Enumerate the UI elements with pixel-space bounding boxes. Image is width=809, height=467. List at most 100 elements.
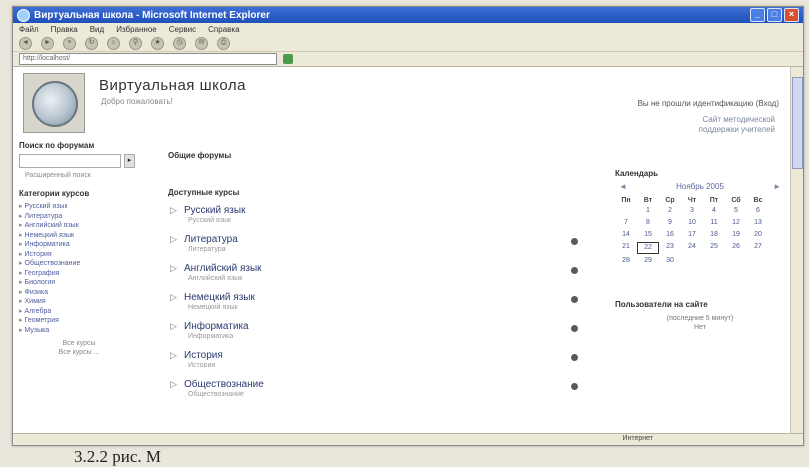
maximize-button[interactable]: □ (767, 8, 782, 22)
course-summary: Русский язык (188, 217, 232, 224)
calendar-day[interactable]: 21 (615, 242, 637, 252)
menu-help[interactable]: Справка (208, 25, 239, 34)
scrollbar-thumb[interactable] (792, 77, 803, 169)
calendar-day[interactable]: 3 (681, 206, 703, 216)
calendar-day[interactable]: 28 (615, 256, 637, 266)
calendar-day[interactable]: 13 (747, 218, 769, 228)
calendar-day (703, 256, 725, 266)
address-input[interactable]: http://localhost/ (19, 53, 277, 65)
calendar-day[interactable]: 29 (637, 256, 659, 266)
category-item[interactable]: История (19, 250, 139, 260)
course-item: ▷ Информатика Информатика (168, 321, 578, 350)
category-item[interactable]: Английский язык (19, 221, 139, 231)
print-icon[interactable]: ⎙ (217, 36, 230, 50)
go-icon[interactable] (283, 54, 293, 64)
calendar-day[interactable]: 5 (725, 206, 747, 216)
info-icon[interactable] (571, 238, 578, 245)
menu-favorites[interactable]: Избранное (116, 25, 157, 34)
calendar-today[interactable]: 22 (637, 242, 659, 254)
site-header: Виртуальная школа Добро пожаловать! Вы н… (19, 71, 789, 135)
category-item[interactable]: Химия (19, 297, 139, 307)
category-item[interactable]: География (19, 269, 139, 279)
calendar-day[interactable]: 23 (659, 242, 681, 252)
all-courses-link[interactable]: Все курсы Все курсы ... (19, 339, 139, 357)
calendar-day[interactable]: 17 (681, 230, 703, 240)
calendar-day[interactable]: 30 (659, 256, 681, 266)
category-item[interactable]: Музыка (19, 326, 139, 336)
calendar-day[interactable]: 9 (659, 218, 681, 228)
menu-tools[interactable]: Сервис (169, 25, 196, 34)
category-item[interactable]: Биология (19, 278, 139, 288)
menu-view[interactable]: Вид (90, 25, 104, 34)
calendar-day[interactable]: 1 (637, 206, 659, 216)
categories-list: Русский язык Литература Английский язык … (19, 202, 139, 335)
home-icon[interactable]: ⌂ (107, 36, 120, 50)
back-icon[interactable]: ◄ (19, 36, 32, 50)
calendar-day[interactable]: 12 (725, 218, 747, 228)
calendar-day[interactable]: 2 (659, 206, 681, 216)
calendar-day[interactable]: 16 (659, 230, 681, 240)
calendar-next-button[interactable]: ► (773, 182, 781, 191)
forum-search-input[interactable] (19, 154, 121, 168)
advanced-search-link[interactable]: Расширенный поиск (25, 172, 139, 179)
favorites-icon[interactable]: ★ (151, 36, 164, 50)
category-item[interactable]: Информатика (19, 240, 139, 250)
info-icon[interactable] (571, 383, 578, 390)
login-info[interactable]: Вы не прошли идентификацию (Вход) (638, 99, 779, 108)
search-icon[interactable]: ⚲ (129, 36, 142, 50)
calendar-day[interactable]: 20 (747, 230, 769, 240)
course-summary: История (188, 362, 216, 369)
calendar-day[interactable]: 25 (703, 242, 725, 252)
calendar-day[interactable]: 15 (637, 230, 659, 240)
category-item[interactable]: Геометрия (19, 316, 139, 326)
course-link[interactable]: Литература (184, 234, 238, 245)
history-icon[interactable]: ◷ (173, 36, 186, 50)
info-icon[interactable] (571, 267, 578, 274)
category-item[interactable]: Литература (19, 212, 139, 222)
category-item[interactable]: Физика (19, 288, 139, 298)
calendar-prev-button[interactable]: ◄ (619, 182, 627, 191)
course-link[interactable]: Обществознание (184, 379, 264, 390)
info-icon[interactable] (571, 354, 578, 361)
info-icon[interactable] (571, 325, 578, 332)
category-item[interactable]: Немецкий язык (19, 231, 139, 241)
course-link[interactable]: Русский язык (184, 205, 245, 216)
course-link[interactable]: Английский язык (184, 263, 262, 274)
minimize-button[interactable]: _ (750, 8, 765, 22)
refresh-icon[interactable]: ↻ (85, 36, 98, 50)
address-bar: http://localhost/ (13, 52, 803, 67)
calendar-day[interactable]: 18 (703, 230, 725, 240)
calendar-day[interactable]: 4 (703, 206, 725, 216)
menu-edit[interactable]: Правка (51, 25, 78, 34)
category-item[interactable]: Русский язык (19, 202, 139, 212)
course-link[interactable]: Информатика (184, 321, 249, 332)
info-icon[interactable] (571, 296, 578, 303)
title-bar[interactable]: Виртуальная школа - Microsoft Internet E… (13, 7, 803, 23)
forum-search-button[interactable]: ▸ (124, 154, 135, 168)
calendar-day[interactable]: 14 (615, 230, 637, 240)
course-summary: Литература (188, 246, 226, 253)
course-link[interactable]: Немецкий язык (184, 292, 255, 303)
close-button[interactable]: × (784, 8, 799, 22)
vertical-scrollbar[interactable] (790, 67, 803, 445)
all-courses-line-2: Все курсы ... (58, 349, 100, 356)
calendar-day[interactable]: 7 (615, 218, 637, 228)
course-link[interactable]: История (184, 350, 223, 361)
category-item[interactable]: Обществознание (19, 259, 139, 269)
calendar-day[interactable]: 11 (703, 218, 725, 228)
calendar-day[interactable]: 6 (747, 206, 769, 216)
calendar-day[interactable]: 27 (747, 242, 769, 252)
mail-icon[interactable]: ✉ (195, 36, 208, 50)
menu-file[interactable]: Файл (19, 25, 39, 34)
forward-icon[interactable]: ► (41, 36, 54, 50)
calendar-month[interactable]: Ноябрь 2005 (676, 182, 724, 191)
help-link[interactable]: Сайт методической поддержки учителей (665, 115, 775, 135)
category-item[interactable]: Алгебра (19, 307, 139, 317)
calendar-day[interactable]: 24 (681, 242, 703, 252)
calendar-day[interactable]: 19 (725, 230, 747, 240)
center-column: Общие форумы Доступные курсы ▷ Русский я… (168, 151, 578, 408)
calendar-day[interactable]: 26 (725, 242, 747, 252)
calendar-day[interactable]: 8 (637, 218, 659, 228)
stop-icon[interactable]: × (63, 36, 76, 50)
calendar-day[interactable]: 10 (681, 218, 703, 228)
